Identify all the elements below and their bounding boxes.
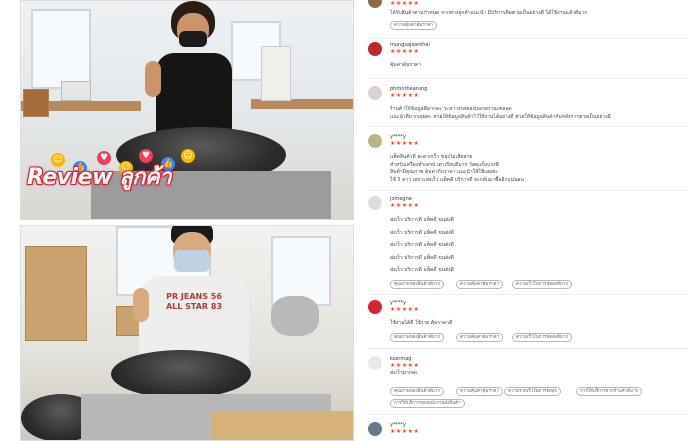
shirt-print: PR JEANS 56 ALL STAR 83 <box>165 292 223 311</box>
star-rating: ★★★★★ <box>390 202 420 209</box>
star-rating: ★★★★★ <box>390 362 420 369</box>
person-shirt <box>156 53 232 133</box>
review-tag: ความรวดเร็วในการจัดส่ง <box>504 387 561 396</box>
avatar <box>368 42 382 56</box>
divider <box>368 190 688 191</box>
review-tag: ความเร็วในการจัดส่งดีมาก <box>512 280 573 289</box>
avatar <box>368 356 382 370</box>
avatar <box>368 196 382 210</box>
review-tag: ความเร็วในการจัดส่งดีมาก <box>512 333 573 342</box>
cardboard-box <box>25 246 87 341</box>
star-rating: ★★★★★ <box>390 306 420 313</box>
avatar <box>368 300 382 314</box>
review-item: y****y ★★★★★ ใช้งานได้ดี ใช้ง่าย คุ้มราค… <box>368 300 694 346</box>
review-banner: Review ลูกค้า <box>27 159 171 194</box>
divider <box>368 38 688 39</box>
review-text: ส่งเร็ว บริการดี แพ็คดี ขนส่งดี ส่งเร็ว … <box>390 217 454 273</box>
banner-word: Review <box>27 165 112 190</box>
crepe-maker-plate <box>111 350 251 398</box>
customer-photo-bottom: PR JEANS 56 ALL STAR 83 <box>20 225 354 441</box>
face-mask <box>174 250 210 272</box>
review-item: phronthearung ★★★★★ ร้านค้าให้ข้อมูลดีมา… <box>368 86 694 126</box>
review-text: ได้รับสินค้าตามกำหนด จากทางลูกค้าแนะนำ ม… <box>390 10 588 16</box>
review-item: y****y ★★★★★ <box>368 422 694 441</box>
divider <box>368 126 688 127</box>
wooden-crate <box>211 411 353 440</box>
review-item: jomegne ★★★★★ ส่งเร็ว บริการดี แพ็คดี ขน… <box>368 196 694 292</box>
review-text: คุ้มค่าคุ้มราคา <box>390 62 422 68</box>
machine <box>271 296 319 336</box>
avatar <box>368 134 382 148</box>
review-tag: คุณภาพของสินค้าดีมาก <box>390 333 445 342</box>
review-tag: คุณภาพของสินค้าดีมาก <box>390 387 445 396</box>
face-mask <box>179 31 207 47</box>
divider <box>368 78 688 79</box>
background-window <box>31 9 91 89</box>
thumbs-up-arm <box>145 61 161 97</box>
review-text: ใช้งานได้ดี ใช้ง่าย คุ้มราคาดี <box>390 320 453 326</box>
star-rating: ★★★★★ <box>390 92 420 99</box>
machine <box>261 46 291 101</box>
review-tag: การให้บริการจากร้านค้าดีมาก <box>576 387 643 396</box>
customer-photo-top: ☺ 👍 ♥ ☺ ♥ 👍 ☺ Review ลูกค้า <box>20 0 354 220</box>
review-list[interactable]: ★★★★★ ได้รับสินค้าตามกำหนด จากทางลูกค้าแ… <box>362 0 700 441</box>
machine-box <box>61 81 91 101</box>
divider <box>368 294 688 295</box>
review-text: ร้านค้าให้ข้อมูลดีมากคะ ระหว่างรอของบอกส… <box>390 106 611 120</box>
review-collage: ☺ 👍 ♥ ☺ ♥ 👍 ☺ Review ลูกค้า PR JEANS 56 … <box>0 0 700 441</box>
avatar <box>368 0 382 8</box>
avatar <box>368 86 382 100</box>
star-rating: ★★★★★ <box>390 0 420 7</box>
divider <box>368 414 688 415</box>
review-text: ส่งเร็วมากค่ะ <box>390 370 418 376</box>
review-tag: ความคุ้มค่าคุ้มราคา <box>456 280 504 289</box>
review-tag: ความคุ้มค่าคุ้มราคา <box>456 387 504 396</box>
review-tag: คุณภาพของสินค้าดีมาก <box>390 280 445 289</box>
thumbs-up-arm <box>133 288 149 322</box>
star-rating: ★★★★★ <box>390 48 420 55</box>
review-text: แพ็คสินค้าดี สะดวกเร็ว ของไม่เสียหาย สำห… <box>390 154 524 183</box>
star-rating: ★★★★★ <box>390 428 420 435</box>
review-tag: การให้บริการของพนักงานส่งสินค้า <box>390 399 465 408</box>
review-tag: ความคุ้มค่าคุ้มราคา <box>456 333 504 342</box>
review-item: kosrmag ★★★★★ ส่งเร็วมากค่ะ คุณภาพของสิน… <box>368 356 694 412</box>
review-item: ★★★★★ ได้รับสินค้าตามกำหนด จากทางลูกค้าแ… <box>368 0 694 34</box>
machine-box <box>23 89 49 117</box>
review-tag: ความคุ้มค่าคุ้มราคา <box>390 21 438 30</box>
divider <box>368 348 688 349</box>
star-rating: ★★★★★ <box>390 140 420 147</box>
avatar <box>368 422 382 436</box>
review-item: mungsajsanthai ★★★★★ คุ้มค่าคุ้มราคา <box>368 42 694 78</box>
emoji-icon: ☺ <box>181 149 195 163</box>
review-item: y****y ★★★★★ แพ็คสินค้าดี สะดวกเร็ว ของไ… <box>368 134 694 190</box>
banner-thai: ลูกค้า <box>119 165 171 190</box>
